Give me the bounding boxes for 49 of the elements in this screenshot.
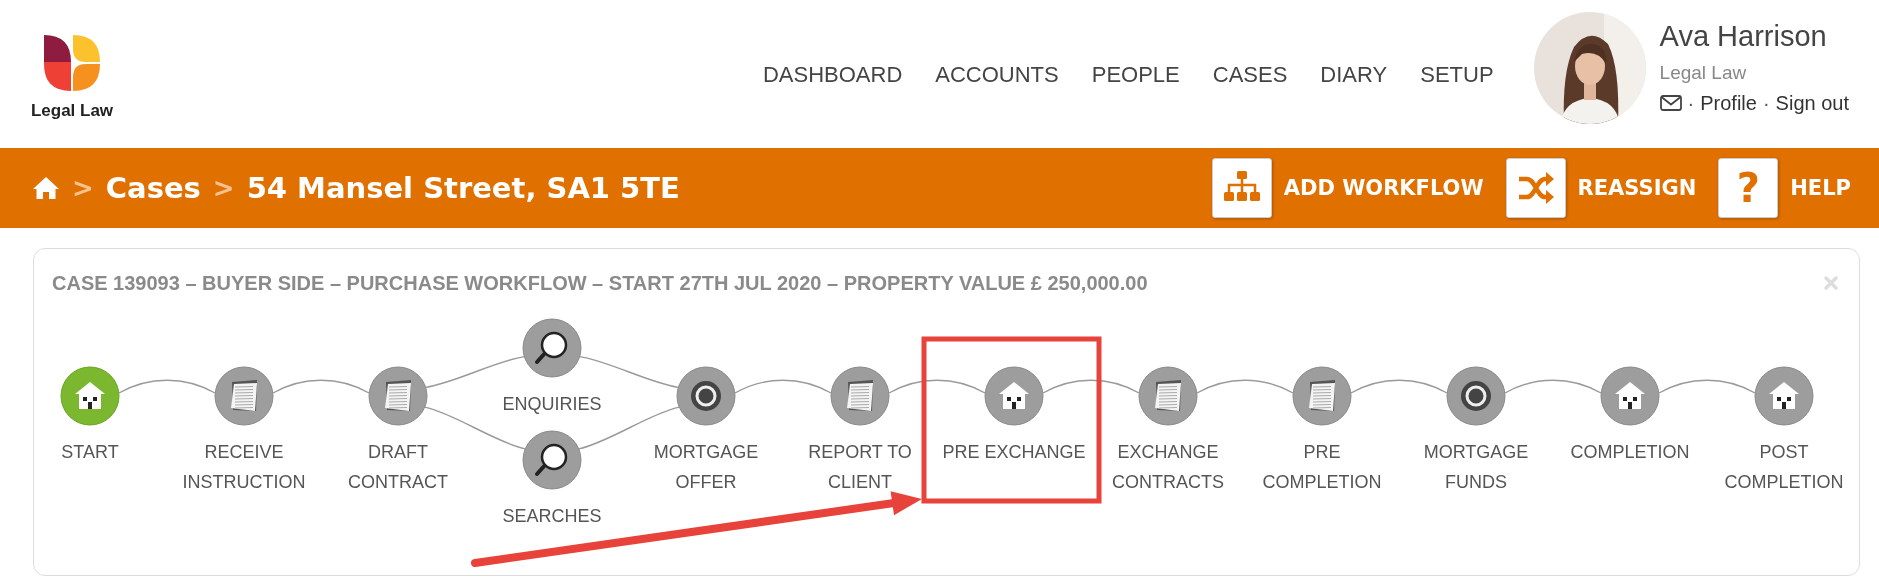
organisation-name: Legal Law xyxy=(1659,61,1748,85)
user-link[interactable]: Sign out xyxy=(1775,88,1849,118)
search-icon xyxy=(535,331,568,364)
step-label: COMPLETION xyxy=(1570,442,1690,462)
page-title: 54 Mansel Street, SA1 5TE xyxy=(246,171,680,205)
house-icon xyxy=(1615,382,1645,409)
step-label: DRAFT CONTRACT xyxy=(348,442,448,492)
user-name: Ava Harrison xyxy=(1659,19,1828,54)
home-icon[interactable] xyxy=(32,176,60,200)
workflow-step[interactable] xyxy=(1446,366,1506,426)
logo-text: Legal Law xyxy=(30,101,114,121)
house-icon xyxy=(999,382,1029,409)
step-label: START xyxy=(61,442,119,462)
step-label: MORTGAGE FUNDS xyxy=(1423,442,1529,492)
question-icon: ? xyxy=(1736,168,1760,208)
step-label: PRE EXCHANGE xyxy=(942,442,1086,462)
step-label: EXCHANGE CONTRACTS xyxy=(1112,442,1224,492)
step-label: POST COMPLETION xyxy=(1724,442,1844,492)
breadcrumb-separator: > xyxy=(72,173,94,203)
workflow-step[interactable] xyxy=(522,430,582,490)
step-label: ENQUIRIES xyxy=(502,394,602,414)
nav-link[interactable]: DIARY xyxy=(1320,62,1388,88)
action-label: ADD WORKFLOW xyxy=(1283,176,1484,200)
breadcrumb-separator: > xyxy=(212,173,235,203)
workflow-step[interactable] xyxy=(676,366,736,426)
coin-icon xyxy=(691,381,721,411)
mail-icon[interactable] xyxy=(1659,95,1682,111)
step-label: REPORT TO CLIENT xyxy=(808,442,912,492)
step-label: RECEIVE INSTRUCTION xyxy=(182,442,306,492)
step-label: SEARCHES xyxy=(502,506,602,526)
step-label: MORTGAGE OFFER xyxy=(653,442,759,492)
nav-link[interactable]: CASES xyxy=(1212,62,1288,88)
search-icon xyxy=(535,443,568,476)
separator: · xyxy=(1687,91,1695,116)
action-label: HELP xyxy=(1790,176,1851,200)
house-icon xyxy=(1769,382,1799,409)
logo-icon xyxy=(44,35,100,91)
nav-link[interactable]: PEOPLE xyxy=(1091,62,1180,88)
coin-icon xyxy=(1461,381,1491,411)
user-link[interactable]: Profile xyxy=(1700,88,1757,118)
workflow-step[interactable] xyxy=(522,318,582,378)
action-label: REASSIGN xyxy=(1577,176,1697,200)
case-title: CASE 139093 – BUYER SIDE – PURCHASE WORKFLOW – START 27TH JUL 2020 – PROPERTY VALUE £ 250,000.00 xyxy=(52,271,1148,295)
house-icon xyxy=(75,382,105,409)
step-label: PRE COMPLETION xyxy=(1262,442,1382,492)
nav-link[interactable]: SETUP xyxy=(1420,62,1494,88)
nav-link[interactable]: ACCOUNTS xyxy=(935,62,1059,88)
separator: · xyxy=(1762,91,1770,116)
nav-link[interactable]: DASHBOARD xyxy=(762,62,903,88)
